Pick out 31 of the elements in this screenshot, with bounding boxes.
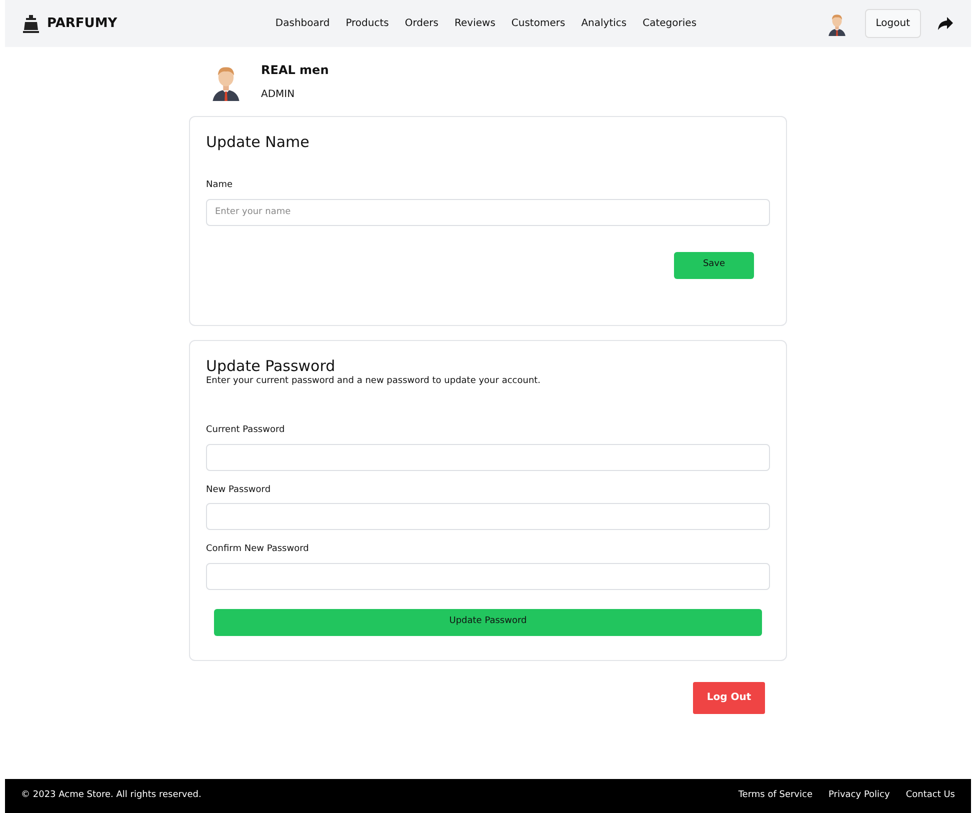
input-field[interactable] [206,503,770,530]
user-name: REAL men [261,62,329,79]
nav-link[interactable]: Reviews [454,16,496,31]
update-password-button[interactable]: Update Password [214,608,762,636]
card-title: Update Name [206,133,310,151]
share-icon[interactable] [937,16,953,30]
field-label: Confirm New Password [206,543,310,556]
nav-link[interactable]: Categories [642,16,697,31]
save-button[interactable]: Save [674,252,754,278]
input-field[interactable] [206,444,770,470]
footer-link[interactable]: Contact Us [906,789,955,803]
footer-link[interactable]: Privacy Policy [828,789,890,803]
nav-link[interactable]: Products [346,16,389,31]
card-title: Update Password [206,356,336,374]
nav-link[interactable]: Analytics [581,16,627,31]
input-field[interactable] [206,562,770,590]
field-label: Name [206,179,234,192]
field-label: New Password [206,484,272,496]
footer-link[interactable]: Terms of Service [738,789,812,803]
perfume-bottle-icon [23,14,39,32]
user-role: ADMIN [261,88,296,102]
logout-button[interactable]: Log Out [693,682,765,714]
brand-name[interactable]: PARFUMY [47,14,118,34]
card-description: Enter your current password and a new password to update your account. [206,374,542,388]
field-label: Current Password [206,424,286,437]
input-field[interactable]: Enter your name [206,198,770,226]
nav-link[interactable]: Dashboard [275,16,330,31]
nav-link[interactable]: Orders [404,16,439,31]
nav-link[interactable]: Customers [511,16,566,31]
copyright-text: © 2023 Acme Store. All rights reserved. [21,789,202,802]
logout-button[interactable]: Logout [864,9,921,38]
